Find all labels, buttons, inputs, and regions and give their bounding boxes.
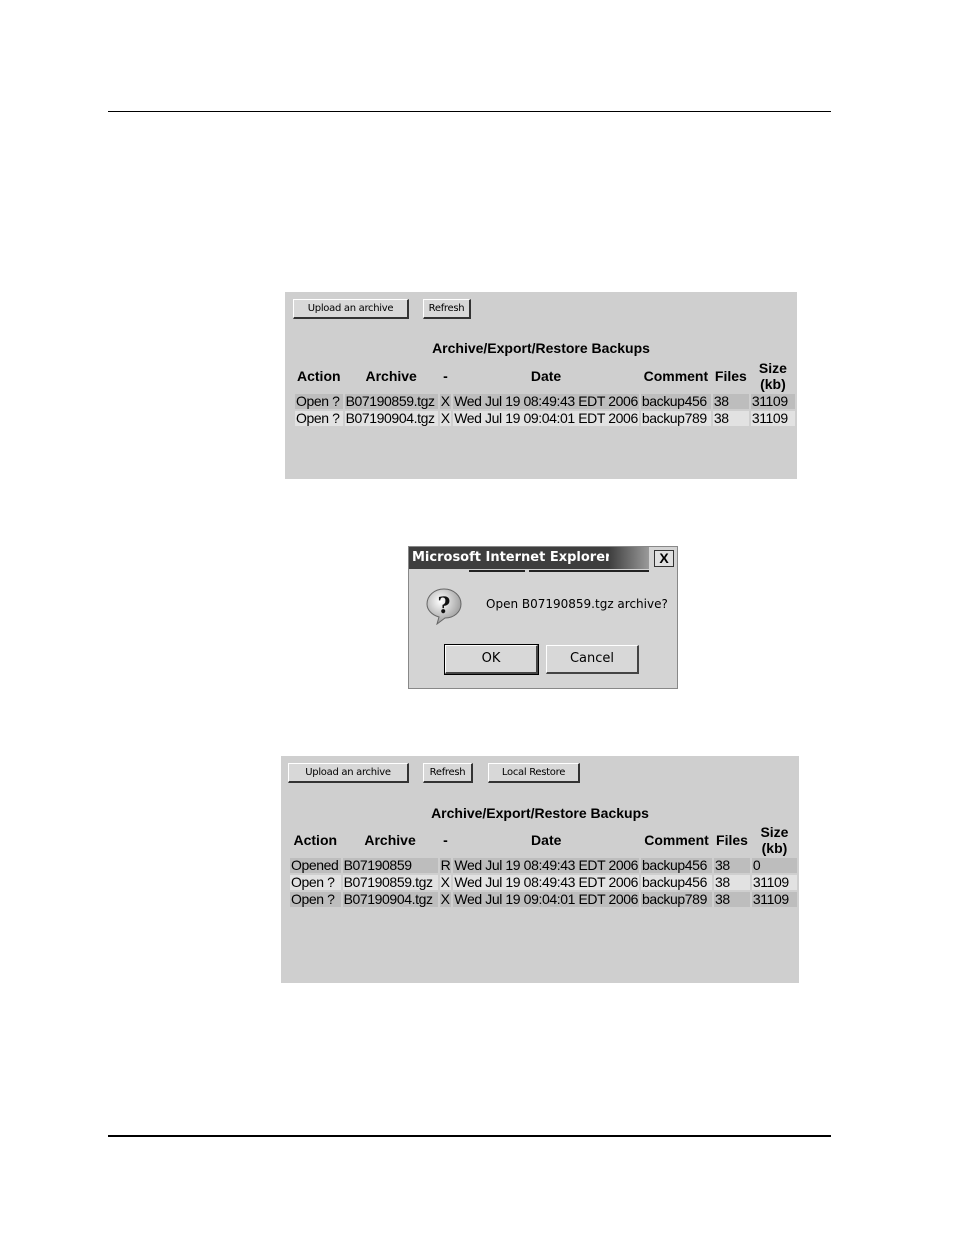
archive-size: 0 bbox=[751, 858, 797, 873]
header-rule bbox=[108, 111, 831, 112]
close-icon[interactable]: X bbox=[654, 550, 674, 567]
archive-date: Wed Jul 19 09:04:01 EDT 2006 bbox=[453, 891, 640, 907]
local-restore-button[interactable]: Local Restore bbox=[488, 763, 580, 783]
col-flag: - bbox=[443, 832, 448, 848]
archive-files: 38 bbox=[714, 858, 750, 873]
ok-button[interactable]: OK bbox=[444, 644, 539, 675]
archive-size: 31109 bbox=[750, 394, 795, 409]
col-archive: Archive bbox=[365, 368, 417, 384]
backups-panel-before: Upload an archive Refresh Archive/Export… bbox=[285, 292, 797, 479]
delete-flag[interactable]: X bbox=[439, 394, 452, 409]
archive-date: Wed Jul 19 08:49:43 EDT 2006 bbox=[453, 874, 640, 890]
table-row: Opened B07190859 R Wed Jul 19 08:49:43 E… bbox=[290, 858, 797, 873]
confirm-dialog: Microsoft Internet Explorer X ? Open B07… bbox=[408, 546, 678, 689]
open-action-link[interactable]: Open ? bbox=[290, 875, 341, 890]
backups-panel-after: Upload an archive Refresh Local Restore … bbox=[281, 756, 799, 983]
archive-name: B07190859.tgz bbox=[342, 875, 438, 890]
dialog-message: Open B07190859.tgz archive? bbox=[486, 597, 668, 611]
panel-title: Archive/Export/Restore Backups bbox=[431, 805, 649, 821]
archive-files: 38 bbox=[712, 411, 749, 426]
table-header: Action Archive - Date Comment Files Size… bbox=[295, 360, 795, 392]
archive-comment: backup789 bbox=[641, 892, 713, 907]
action-status: Opened bbox=[290, 858, 341, 873]
open-action-link[interactable]: Open ? bbox=[295, 411, 343, 426]
col-action: Action bbox=[293, 832, 338, 848]
col-files: Files bbox=[716, 832, 748, 848]
open-action-link[interactable]: Open ? bbox=[290, 892, 341, 907]
upload-archive-button[interactable]: Upload an archive bbox=[288, 763, 409, 783]
col-size: Size (kb) bbox=[760, 824, 789, 856]
panel-title: Archive/Export/Restore Backups bbox=[432, 340, 650, 356]
archive-date: Wed Jul 19 08:49:43 EDT 2006 bbox=[453, 393, 639, 409]
archive-files: 38 bbox=[714, 875, 750, 890]
delete-flag[interactable]: X bbox=[439, 875, 452, 890]
restore-flag[interactable]: R bbox=[439, 858, 452, 873]
archive-name: B07190904.tgz bbox=[342, 892, 438, 907]
archive-name: B07190859.tgz bbox=[344, 394, 438, 409]
backups-table: Action Archive - Date Comment Files Size… bbox=[288, 822, 799, 909]
refresh-button[interactable]: Refresh bbox=[423, 299, 471, 319]
col-action: Action bbox=[297, 368, 341, 384]
delete-flag[interactable]: X bbox=[439, 892, 452, 907]
table-header: Action Archive - Date Comment Files Size… bbox=[290, 824, 797, 856]
archive-date: Wed Jul 19 09:04:01 EDT 2006 bbox=[453, 410, 639, 426]
archive-comment: backup456 bbox=[641, 858, 713, 873]
archive-comment: backup456 bbox=[641, 875, 713, 890]
archive-size: 31109 bbox=[750, 411, 795, 426]
delete-flag[interactable]: X bbox=[439, 411, 452, 426]
col-comment: Comment bbox=[643, 368, 709, 384]
table-row: Open ? B07190859.tgz X Wed Jul 19 08:49:… bbox=[295, 394, 795, 409]
archive-comment: backup789 bbox=[640, 411, 711, 426]
col-size: Size (kb) bbox=[758, 360, 787, 392]
col-flag: - bbox=[443, 368, 448, 384]
col-date: Date bbox=[530, 368, 562, 384]
open-action-link[interactable]: Open ? bbox=[295, 394, 343, 409]
backups-table: Action Archive - Date Comment Files Size… bbox=[293, 358, 797, 428]
table-row: Open ? B07190859.tgz X Wed Jul 19 08:49:… bbox=[290, 875, 797, 890]
footer-rule bbox=[108, 1135, 831, 1137]
archive-files: 38 bbox=[712, 394, 749, 409]
table-row: Open ? B07190904.tgz X Wed Jul 19 09:04:… bbox=[290, 892, 797, 907]
refresh-button[interactable]: Refresh bbox=[423, 763, 473, 783]
archive-date: Wed Jul 19 08:49:43 EDT 2006 bbox=[453, 857, 640, 873]
archive-size: 31109 bbox=[751, 892, 797, 907]
archive-comment: backup456 bbox=[640, 394, 711, 409]
archive-size: 31109 bbox=[751, 875, 797, 890]
upload-archive-button[interactable]: Upload an archive bbox=[293, 299, 409, 319]
col-comment: Comment bbox=[644, 832, 709, 848]
col-files: Files bbox=[714, 368, 747, 384]
archive-name: B07190904.tgz bbox=[344, 411, 438, 426]
archive-name: B07190859 bbox=[342, 858, 438, 873]
table-row: Open ? B07190904.tgz X Wed Jul 19 09:04:… bbox=[295, 411, 795, 426]
col-archive: Archive bbox=[364, 832, 416, 848]
archive-files: 38 bbox=[714, 892, 750, 907]
svg-text:?: ? bbox=[438, 593, 451, 619]
question-icon: ? bbox=[426, 588, 462, 625]
col-date: Date bbox=[531, 832, 562, 848]
cancel-button[interactable]: Cancel bbox=[546, 645, 639, 674]
